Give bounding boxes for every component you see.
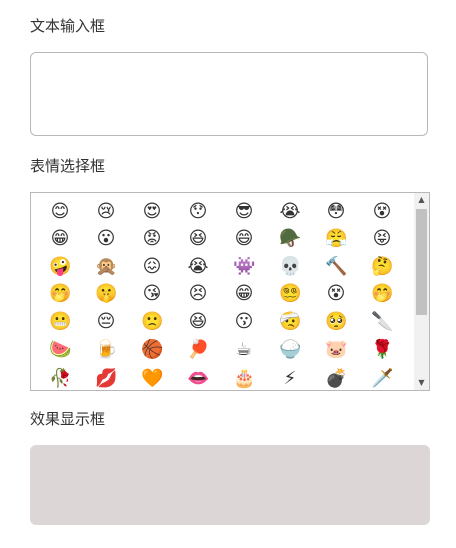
emoji-picker[interactable]: 😊 😢 😍 😯 😎 😭 😳 😵 😁 😮 😡 😆 😄 🪖 😤 😝 🤪 🙊 😖 😭 👾 💀 🔨 🤔 🤭 🤫 😘 😣 😁 😵‍💫 😵 🤭 😬 😔 🙁 😆 😗 🤕… bbox=[30, 192, 430, 391]
emoji-item[interactable]: 😖 bbox=[141, 256, 163, 278]
emoji-item[interactable]: 😊 bbox=[49, 201, 71, 223]
emoji-item[interactable]: 😆 bbox=[187, 311, 209, 333]
text-input-field[interactable] bbox=[30, 52, 428, 136]
scroll-down-icon[interactable]: ▼ bbox=[414, 376, 429, 390]
emoji-item[interactable]: 🍉 bbox=[49, 339, 71, 361]
emoji-item[interactable]: 🐷 bbox=[325, 339, 347, 361]
text-input-label: 文本输入框 bbox=[30, 17, 106, 35]
emoji-item[interactable]: 🏓 bbox=[187, 339, 209, 361]
emoji-item[interactable]: ☕ bbox=[233, 339, 255, 361]
emoji-item[interactable]: 😝 bbox=[371, 228, 393, 250]
emoji-item[interactable]: 😭 bbox=[279, 201, 301, 223]
emoji-item[interactable]: 😭 bbox=[187, 256, 209, 278]
emoji-item[interactable]: 🙁 bbox=[141, 311, 163, 333]
emoji-item[interactable]: 😮 bbox=[95, 228, 117, 250]
emoji-item[interactable]: 🤪 bbox=[49, 256, 71, 278]
scroll-up-icon[interactable]: ▲ bbox=[414, 193, 429, 207]
emoji-item[interactable]: 😍 bbox=[141, 201, 163, 223]
emoji-item[interactable]: 🗡️ bbox=[371, 368, 393, 390]
emoji-item[interactable]: 🌹 bbox=[371, 339, 393, 361]
emoji-item[interactable]: 😵‍💫 bbox=[279, 283, 301, 305]
emoji-item[interactable]: 🏀 bbox=[141, 339, 163, 361]
emoji-item[interactable]: 😳 bbox=[325, 201, 347, 223]
emoji-item[interactable]: 😡 bbox=[141, 228, 163, 250]
emoji-item[interactable]: 🔨 bbox=[325, 256, 347, 278]
emoji-item[interactable]: 🎂 bbox=[233, 368, 255, 390]
emoji-item[interactable]: 🤕 bbox=[279, 311, 301, 333]
emoji-item[interactable]: 🤔 bbox=[371, 256, 393, 278]
emoji-item[interactable]: 😗 bbox=[233, 311, 255, 333]
emoji-item[interactable]: 🥺 bbox=[325, 311, 347, 333]
emoji-item[interactable]: 😘 bbox=[141, 283, 163, 305]
result-display-label: 效果显示框 bbox=[30, 410, 106, 428]
emoji-item[interactable]: 😬 bbox=[49, 311, 71, 333]
emoji-item[interactable]: 😔 bbox=[95, 311, 117, 333]
emoji-item[interactable]: 😄 bbox=[233, 228, 255, 250]
emoji-item[interactable]: 😵 bbox=[371, 201, 393, 223]
result-display-box bbox=[30, 445, 430, 525]
emoji-item[interactable]: 🙊 bbox=[95, 256, 117, 278]
emoji-item[interactable]: 👾 bbox=[233, 256, 255, 278]
emoji-item[interactable]: 😁 bbox=[49, 228, 71, 250]
emoji-item[interactable]: 😆 bbox=[187, 228, 209, 250]
emoji-select-label: 表情选择框 bbox=[30, 157, 106, 175]
emoji-item[interactable]: 🧡 bbox=[141, 368, 163, 390]
emoji-item[interactable]: 😣 bbox=[187, 283, 209, 305]
emoji-item[interactable]: 😎 bbox=[233, 201, 255, 223]
emoji-item[interactable]: 😁 bbox=[233, 283, 255, 305]
emoji-item[interactable]: 😵 bbox=[325, 283, 347, 305]
scroll-thumb[interactable] bbox=[416, 209, 427, 315]
emoji-item[interactable]: 🪖 bbox=[279, 228, 301, 250]
emoji-item[interactable]: 💀 bbox=[279, 256, 301, 278]
emoji-item[interactable]: 🍺 bbox=[95, 339, 117, 361]
emoji-item[interactable]: ⚡ bbox=[279, 368, 301, 390]
emoji-item[interactable]: 😤 bbox=[325, 228, 347, 250]
emoji-item[interactable]: 💋 bbox=[95, 368, 117, 390]
emoji-item[interactable]: 🍚 bbox=[279, 339, 301, 361]
emoji-item[interactable]: 🥀 bbox=[49, 368, 71, 390]
emoji-item[interactable]: 😯 bbox=[187, 201, 209, 223]
emoji-item[interactable]: 🤫 bbox=[95, 283, 117, 305]
emoji-item[interactable]: 🤭 bbox=[371, 283, 393, 305]
emoji-item[interactable]: 🤭 bbox=[49, 283, 71, 305]
emoji-item[interactable]: 🔪 bbox=[371, 311, 393, 333]
emoji-scrollbar[interactable]: ▲ ▼ bbox=[414, 193, 429, 390]
emoji-item[interactable]: 😢 bbox=[95, 201, 117, 223]
emoji-item[interactable]: 💣 bbox=[325, 368, 347, 390]
emoji-item[interactable]: 👄 bbox=[187, 368, 209, 390]
